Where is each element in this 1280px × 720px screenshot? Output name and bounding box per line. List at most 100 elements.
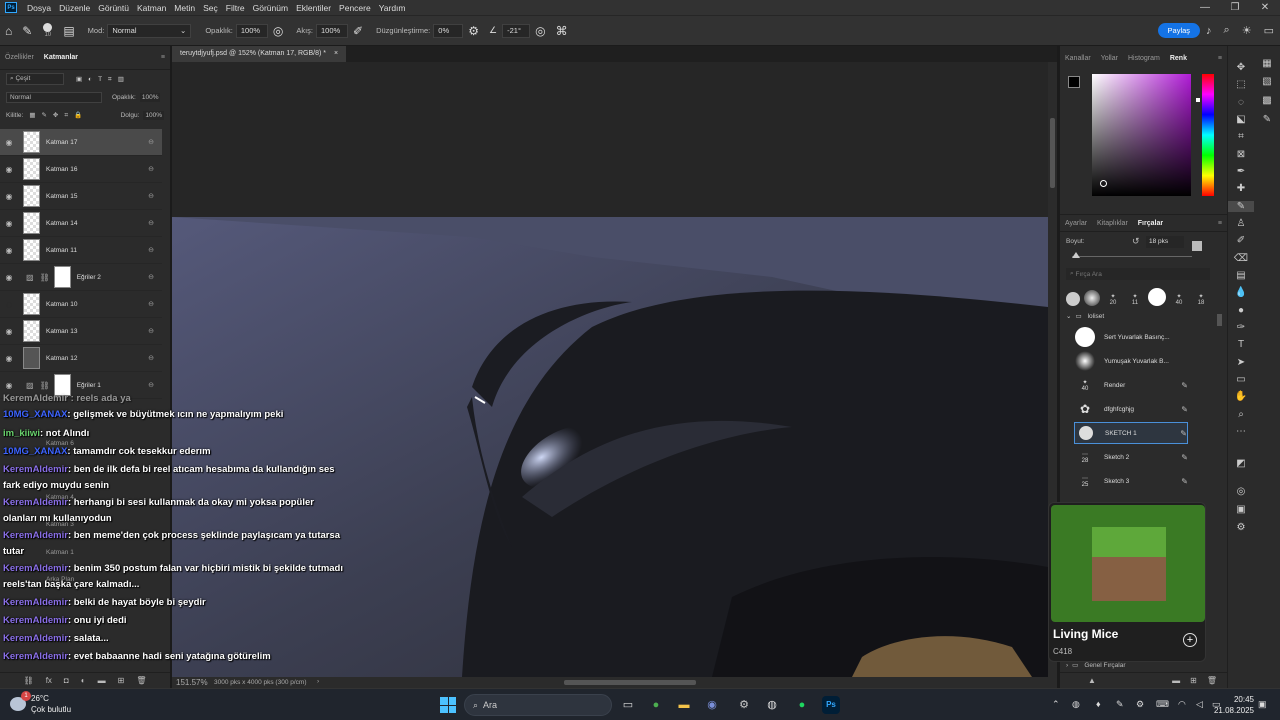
hue-slider[interactable] (1202, 74, 1214, 196)
maximize-button[interactable]: ❐ (1220, 2, 1250, 13)
recent-brush[interactable]: ✦ 18 (1192, 293, 1210, 306)
eye-icon[interactable]: ◉ (0, 219, 18, 228)
adjustment-icon[interactable]: ◐ (81, 676, 86, 685)
edit-brush-icon[interactable]: ✎ (1181, 453, 1188, 462)
pressure-size-icon[interactable]: ◎ (535, 24, 545, 38)
tab-kanallar[interactable]: Kanallar (1060, 55, 1096, 62)
symmetry-icon[interactable]: ⌘ (556, 24, 568, 38)
pressure-opacity-icon[interactable]: ◎ (273, 24, 283, 38)
dodge-tool-icon[interactable]: ● (1228, 305, 1254, 316)
file-explorer-icon[interactable]: ▬ (675, 696, 693, 714)
new-layer-icon[interactable]: ⊞ (118, 676, 125, 685)
layer-row[interactable]: ◉ Katman 13 ⊖ (0, 318, 162, 345)
libraries-panel-icon[interactable]: ▦ (1256, 58, 1278, 69)
hue-slider-handle[interactable] (1196, 98, 1200, 102)
minimize-button[interactable]: — (1190, 2, 1220, 13)
close-window-button[interactable]: ✕ (1250, 2, 1280, 13)
close-icon[interactable]: × (334, 50, 338, 57)
menu-katman[interactable]: Katman (133, 3, 170, 13)
search-icon[interactable]: ⌕ (1224, 24, 1230, 37)
size-slider-track[interactable] (1072, 256, 1192, 257)
tab-renk[interactable]: Renk (1165, 55, 1192, 62)
tray-icon[interactable]: ♦ (1096, 699, 1101, 709)
discover-icon[interactable]: ☀ (1242, 24, 1252, 37)
edit-brush-icon[interactable]: ✎ (1180, 429, 1187, 438)
layer-row[interactable]: ◉ Katman 11 ⊖ (0, 237, 162, 264)
new-brush-icon[interactable] (1192, 241, 1202, 251)
tray-chevron-icon[interactable]: ⌃ (1052, 699, 1060, 710)
brush-size-field[interactable]: 18 pks (1146, 236, 1184, 248)
eye-icon[interactable]: ◉ (0, 192, 18, 201)
tab-fircalar[interactable]: Fırçalar (1133, 220, 1168, 227)
lasso-tool-icon[interactable]: ◌ (1228, 97, 1254, 108)
home-icon[interactable]: ⌂ (5, 24, 12, 38)
tab-yollar[interactable]: Yollar (1096, 55, 1123, 62)
brush-item[interactable]: ⋯ 25 Sketch 3 ✎ (1074, 470, 1188, 492)
zoom-readout[interactable]: 151.57% (176, 678, 208, 687)
frame-tool-icon[interactable]: ⊠ (1228, 149, 1254, 160)
brush-item[interactable]: ⋯ 28 Sketch 2 ✎ (1074, 446, 1188, 468)
recent-brush[interactable]: ✦ 20 (1104, 293, 1122, 306)
folder-icon[interactable]: ▬ (1172, 676, 1180, 685)
edit-brush-icon[interactable]: ✎ (1181, 477, 1188, 486)
layer-row[interactable]: ◉ Katman 15 ⊖ (0, 183, 162, 210)
link-layers-icon[interactable]: ⛓ (24, 676, 34, 685)
pen-tool-icon[interactable]: ✑ (1228, 322, 1254, 333)
recent-brush[interactable] (1084, 290, 1100, 306)
brush-preset-picker[interactable]: 10 (43, 23, 53, 38)
eyedropper-tool-icon[interactable]: ✒ (1228, 166, 1254, 177)
zoom-tool-icon[interactable]: ⌕ (1228, 409, 1254, 420)
taskbar-search[interactable]: ⌕ Ara (464, 694, 612, 716)
eye-icon[interactable]: ◉ (0, 354, 18, 363)
layer-row[interactable]: ◉ Katman 12 ⊖ (0, 345, 162, 372)
now-playing-widget[interactable]: Living Mice C418 + (1048, 502, 1206, 662)
menu-goruntu[interactable]: Görüntü (94, 3, 133, 13)
chrome-icon[interactable]: ● (647, 696, 665, 714)
layer-row[interactable]: ◉ ▨ ⛓ Eğriler 2 ⊖ (0, 264, 162, 291)
new-brush-icon[interactable]: ⊞ (1190, 676, 1197, 685)
shape-tool-icon[interactable]: ▭ (1228, 374, 1254, 385)
task-view-icon[interactable]: ▭ (619, 696, 637, 714)
tab-katmanlar[interactable]: Katmanlar (39, 54, 83, 61)
eye-icon[interactable]: ◉ (0, 246, 18, 255)
wifi-icon[interactable]: ◠ (1178, 699, 1186, 710)
brush-item[interactable]: Yumuşak Yuvarlak B... (1074, 350, 1188, 372)
brush-settings-icon[interactable]: ▤ (63, 24, 74, 38)
layer-row[interactable]: ◉ Katman 17 ⊖ (0, 129, 162, 156)
hand-tool-icon[interactable]: ✋ (1228, 391, 1254, 402)
status-arrow-icon[interactable]: › (317, 678, 319, 685)
flow-field[interactable]: 100% (316, 23, 349, 38)
size-slider-handle[interactable] (1072, 252, 1080, 258)
layer-row[interactable]: ◉ Katman 16 ⊖ (0, 156, 162, 183)
spotify-icon[interactable]: ● (793, 696, 811, 714)
edit-brush-icon[interactable]: ✎ (1181, 405, 1188, 414)
brush-search-input[interactable]: ⌕ Fırça Ara (1066, 268, 1210, 280)
brush-tool-icon[interactable]: ✎ (1228, 201, 1254, 212)
eye-icon[interactable]: ◉ (0, 327, 18, 336)
eye-icon[interactable]: ◉ (0, 381, 18, 390)
tray-pen-icon[interactable]: ✎ (1116, 699, 1124, 710)
brush-list-scroll-thumb[interactable] (1217, 314, 1222, 326)
menu-sec[interactable]: Seç (199, 3, 222, 13)
more-tools-icon[interactable]: ⋯ (1228, 426, 1254, 437)
angle-field[interactable]: -21° (502, 23, 531, 38)
foreground-color-swatch[interactable] (1068, 76, 1080, 88)
gear-icon[interactable]: ⚙ (468, 24, 479, 38)
start-button[interactable] (440, 697, 456, 713)
edit-brush-icon[interactable]: ✎ (1181, 381, 1188, 390)
folder-icon[interactable]: ▬ (98, 676, 106, 685)
layer-opacity-field[interactable]: 100% (139, 92, 161, 102)
mode-dropdown[interactable]: Normal ⌄ (107, 23, 192, 38)
color-swatches-icon[interactable]: ◩ (1228, 458, 1254, 469)
eye-icon[interactable]: ◉ (0, 138, 18, 147)
smoothing-field[interactable]: 0% (433, 23, 464, 38)
notification-bell-icon[interactable]: ▣ (1258, 699, 1267, 710)
add-icon[interactable]: + (1183, 633, 1197, 647)
photoshop-taskbar-icon[interactable]: Ps (822, 696, 840, 714)
stamp-tool-icon[interactable]: ♙ (1228, 218, 1254, 229)
menu-filtre[interactable]: Filtre (222, 3, 249, 13)
eye-icon[interactable]: ◉ (0, 273, 18, 282)
menu-dosya[interactable]: Dosya (23, 3, 55, 13)
eraser-tool-icon[interactable]: ⌫ (1228, 253, 1254, 264)
share-button[interactable]: Paylaş (1157, 23, 1201, 38)
